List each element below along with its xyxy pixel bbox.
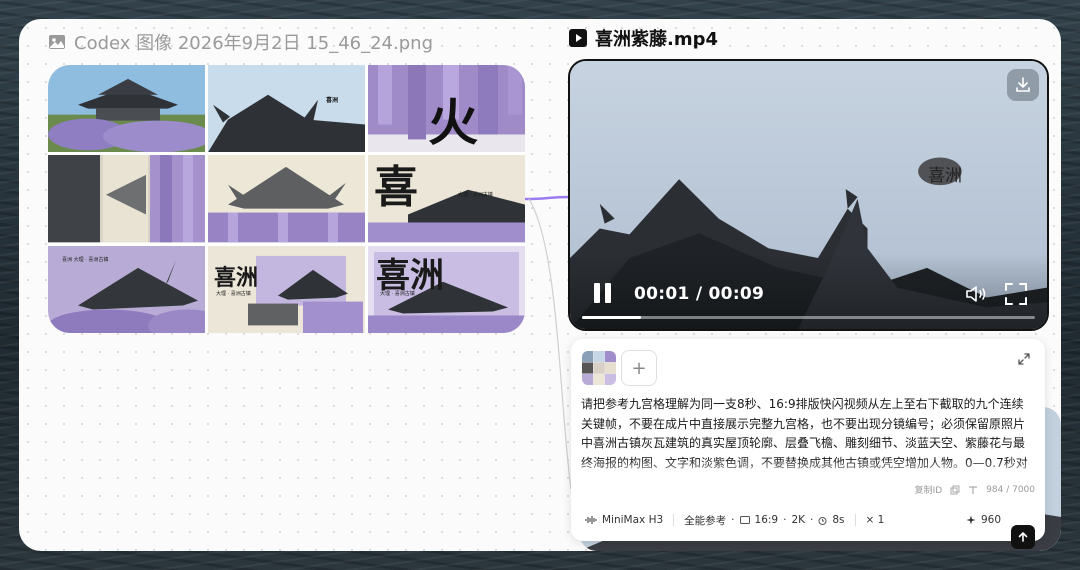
prompt-meta-row: 复制ID 984 / 7000	[915, 483, 1035, 497]
image-icon	[49, 35, 65, 49]
video-progress-fill	[582, 316, 641, 319]
aspect-ratio-icon	[739, 516, 750, 524]
grid-cell-7: 喜洲 大理 · 喜洲古镇	[48, 245, 205, 333]
video-progress-bar[interactable]	[582, 316, 1035, 319]
video-node-title[interactable]: 喜洲紫藤.mp4	[569, 25, 718, 51]
plus-icon: +	[631, 357, 647, 379]
grid-cell-8-caption: 大理 · 喜洲古镇	[216, 290, 251, 297]
canvas-board[interactable]: Codex 图像 2026年9月2日 15_46_24.png 喜洲 火 喜 大…	[19, 19, 1061, 551]
divider	[673, 514, 675, 526]
waveform-icon	[585, 516, 597, 524]
expand-icon[interactable]	[1017, 352, 1031, 366]
copy-icon[interactable]	[950, 485, 960, 495]
volume-icon[interactable]	[963, 281, 989, 307]
download-button[interactable]	[1007, 69, 1039, 101]
grid-cell-8: 喜洲 大理 · 喜洲古镇	[208, 245, 365, 333]
grid-cell-9: 喜洲 大理 · 喜洲古镇	[368, 245, 525, 333]
image-node-title[interactable]: Codex 图像 2026年9月2日 15_46_24.png	[48, 29, 433, 55]
timer-icon	[818, 516, 827, 525]
grid-cell-6: 喜 大理 · 喜洲古镇	[368, 155, 525, 243]
pause-icon	[594, 283, 600, 303]
fullscreen-icon[interactable]	[1003, 281, 1029, 307]
grid-cell-3: 火	[368, 65, 525, 153]
grid-cell-4	[48, 155, 205, 243]
video-overlay-text: 喜洲	[928, 166, 962, 186]
resolution: 2K	[791, 514, 806, 526]
image-node-title-text: Codex 图像 2026年9月2日 15_46_24.png	[74, 33, 433, 54]
grid-cell-5	[208, 155, 365, 243]
play-square-icon	[569, 29, 587, 47]
grid-cell-2-caption: 喜洲	[326, 97, 339, 104]
grid-cell-6-caption: 大理 · 喜洲古镇	[458, 192, 493, 199]
grid-cell-8-glyph: 喜洲	[214, 264, 259, 291]
grid-cell-2: 喜洲	[208, 65, 365, 153]
grid-cell-3-glyph: 火	[428, 93, 478, 152]
aspect-ratio: 16:9	[754, 514, 779, 526]
reference-thumbnail[interactable]	[582, 351, 616, 385]
credits-display: 960	[966, 514, 1001, 526]
send-button[interactable]	[1011, 525, 1035, 549]
arrow-up-icon	[1018, 532, 1028, 542]
copy-id-label[interactable]: 复制ID	[915, 483, 943, 496]
download-icon	[1016, 77, 1030, 92]
text-format-icon[interactable]	[968, 485, 978, 495]
char-count: 984 / 7000	[986, 484, 1035, 495]
video-node-title-text: 喜洲紫藤.mp4	[595, 29, 719, 50]
credits-value: 960	[980, 514, 1001, 526]
grid-cell-9-caption: 大理 · 喜洲古镇	[380, 290, 415, 297]
grid-cell-7-caption: 喜洲 大理 · 喜洲古镇	[62, 256, 109, 263]
duration: 8s	[832, 514, 845, 526]
batch-multiplier[interactable]: × 1	[866, 514, 885, 526]
generation-settings-bar: MiniMax H3 全能参考 · 16:9 · 2K · 8s × 1 960	[585, 507, 1035, 533]
prompt-fade	[571, 459, 1045, 483]
grid-cell-1	[48, 65, 205, 153]
video-player[interactable]: 喜洲 00:01 / 00:09	[568, 59, 1049, 331]
reference-mode: 全能参考	[684, 514, 727, 527]
model-selector[interactable]: MiniMax H3	[585, 514, 663, 526]
pause-button[interactable]	[594, 283, 614, 305]
prompt-panel[interactable]: + 请把参考九宫格理解为同一支8秒、16:9排版快闪视频从左上至右下截取的九个连…	[571, 339, 1045, 549]
storyboard-grid-image[interactable]: 喜洲 火 喜 大理 · 喜洲古镇 喜洲 大理 · 喜洲古镇 喜洲 大理 · 喜洲…	[48, 65, 525, 333]
credits-icon	[966, 515, 976, 525]
generation-options[interactable]: 全能参考 · 16:9 · 2K · 8s	[684, 513, 844, 528]
video-timecode: 00:01 / 00:09	[634, 284, 765, 304]
divider	[854, 514, 856, 526]
add-reference-button[interactable]: +	[621, 350, 657, 386]
grid-cell-6-glyph: 喜	[374, 162, 418, 214]
model-name: MiniMax H3	[602, 514, 664, 526]
video-controls: 00:01 / 00:09	[570, 253, 1047, 329]
